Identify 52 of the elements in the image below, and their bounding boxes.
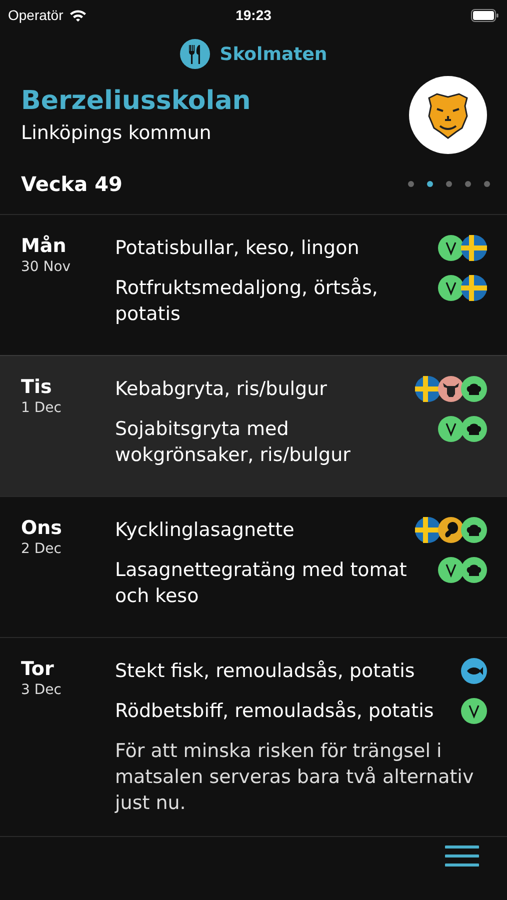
day-row[interactable]: Tis 1 Dec Kebabgryta, ris/bulgur Sojabitsgryta med wokgrönsaker, ris/bulgur (0, 355, 507, 497)
swedish-flag-icon (415, 376, 441, 402)
dish-name: Rödbetsbiff, remouladsås, potatis (115, 699, 434, 724)
status-time: 19:23 (236, 7, 272, 23)
notice-text: För att minska risken för trängsel i matsalen serveras bara två alternativ just nu. (115, 739, 475, 816)
vegetarian-icon (438, 275, 464, 301)
wifi-icon (69, 8, 88, 22)
day-date: 30 Nov (21, 259, 72, 275)
day-row[interactable]: Ons 2 Dec Kycklinglasagnette Lasagnettegratäng med tomat och keso (0, 497, 507, 638)
app-title: Skolmaten (220, 44, 328, 64)
vegetarian-icon (438, 416, 464, 442)
day-row[interactable]: Tor 3 Dec Stekt fisk, remouladsås, potatis Rödbetsbiff, remouladsås, potatis För att minska risken för trängsel i matsalen serveras bara två alternativ just nu. (0, 638, 507, 837)
day-name: Mån (21, 235, 68, 257)
day-name: Tis (21, 376, 53, 398)
municipality-name: Linköpings kommun (21, 122, 212, 144)
page-indicator-dot[interactable] (446, 181, 452, 187)
carrier-name: Operatör (8, 7, 64, 23)
page-indicator-dot[interactable] (465, 181, 471, 187)
school-name: Berzeliusskolan (21, 86, 251, 116)
chef-hat-icon (461, 557, 487, 583)
dish-name: Stekt fisk, remouladsås, potatis (115, 659, 415, 684)
day-name: Tor (21, 658, 55, 680)
battery-icon (471, 8, 499, 22)
dish-name: Sojabitsgryta med wokgrönsaker, ris/bulgur (115, 417, 352, 468)
lion-crest-icon (409, 76, 487, 154)
cutlery-logo-icon (180, 39, 210, 69)
dish-name: Potatisbullar, keso, lingon (115, 236, 360, 261)
fish-icon (461, 658, 487, 684)
day-name: Ons (21, 517, 63, 539)
chef-hat-icon (461, 517, 487, 543)
chef-hat-icon (461, 376, 487, 402)
menu-icon[interactable] (445, 844, 479, 868)
vegetarian-icon (438, 235, 464, 261)
dish-name: Kebabgryta, ris/bulgur (115, 377, 327, 402)
page-indicator-dot[interactable] (427, 181, 433, 187)
chef-hat-icon (461, 416, 487, 442)
swedish-flag-icon (415, 517, 441, 543)
page-indicator-dot[interactable] (484, 181, 490, 187)
vegetarian-icon (438, 557, 464, 583)
day-date: 1 Dec (21, 400, 62, 416)
day-date: 3 Dec (21, 682, 62, 698)
week-label: Vecka 49 (21, 172, 122, 196)
vegetarian-icon (461, 698, 487, 724)
dish-name: Lasagnettegratäng med tomat och keso (115, 558, 408, 609)
swedish-flag-icon (461, 235, 487, 261)
dish-name: Rotfruktsmedaljong, örtsås, potatis (115, 276, 379, 327)
page-indicator-dot[interactable] (408, 181, 414, 187)
drumstick-icon (438, 517, 464, 543)
swedish-flag-icon (461, 275, 487, 301)
cow-icon (438, 376, 464, 402)
dish-name: Kycklinglasagnette (115, 518, 294, 543)
day-date: 2 Dec (21, 541, 62, 557)
